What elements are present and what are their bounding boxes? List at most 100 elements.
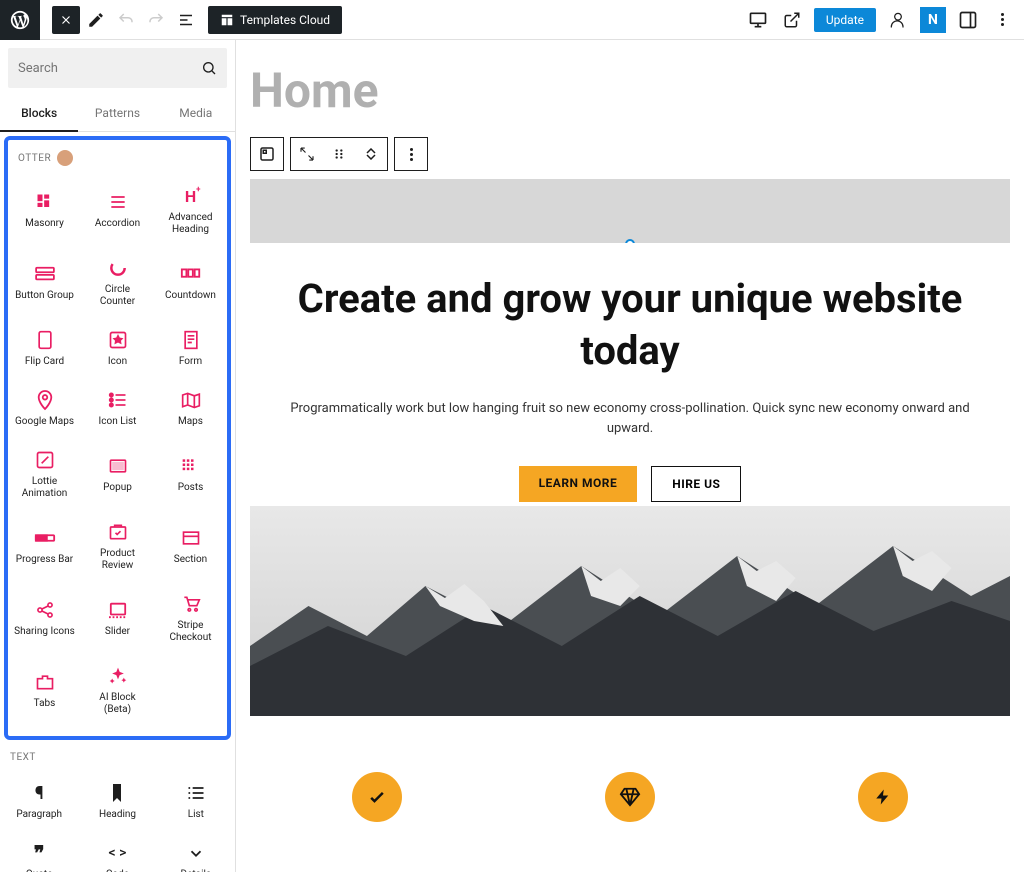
move-button[interactable] [355, 138, 387, 170]
block-label: Section [174, 554, 207, 566]
block-label: Flip Card [25, 356, 64, 368]
circle-icon [106, 256, 130, 280]
page-title[interactable]: Home [236, 40, 1024, 137]
block-button-group[interactable]: Button Group [8, 246, 81, 318]
block-label: Posts [178, 482, 204, 494]
hero-background-top [250, 179, 1010, 243]
otter-avatar-icon [57, 150, 73, 166]
settings-panel-toggle[interactable] [956, 8, 980, 32]
block-slider[interactable]: Slider [81, 582, 154, 654]
block-label: Advanced Heading [160, 212, 222, 236]
count-icon [179, 262, 203, 286]
feature-bolt-icon[interactable] [858, 772, 908, 822]
category-text-header: TEXT [0, 744, 235, 771]
feature-check-icon[interactable] [352, 772, 402, 822]
tlist-icon [184, 781, 208, 805]
ai-icon [106, 664, 130, 688]
block-stripe-checkout[interactable]: Stripe Checkout [154, 582, 227, 654]
block-label: Accordion [95, 218, 140, 230]
list-icon [106, 388, 130, 412]
share-icon [33, 598, 57, 622]
block-list[interactable]: List [157, 771, 235, 831]
heading-icon [105, 781, 129, 805]
block-label: Product Review [87, 548, 149, 572]
templates-cloud-button[interactable]: Templates Cloud [208, 6, 342, 34]
tabs-icon [33, 670, 57, 694]
block-icon-list[interactable]: Icon List [81, 378, 154, 438]
view-desktop-icon[interactable] [746, 8, 770, 32]
redo-button[interactable] [142, 6, 170, 34]
tab-patterns[interactable]: Patterns [78, 96, 156, 131]
block-accordion[interactable]: Accordion [81, 174, 154, 246]
block-advanced-heading[interactable]: H+ Advanced Heading [154, 174, 227, 246]
block-label: Google Maps [15, 416, 74, 428]
block-posts[interactable]: Posts [154, 438, 227, 510]
update-button[interactable]: Update [814, 8, 876, 32]
block-maps[interactable]: Maps [154, 378, 227, 438]
block-label: Slider [105, 626, 130, 638]
block-label: Form [179, 356, 202, 368]
hero-background-image [250, 506, 1010, 716]
block-progress-bar[interactable]: Progress Bar [8, 510, 81, 582]
block-masonry[interactable]: Masonry [8, 174, 81, 246]
block-sharing-icons[interactable]: Sharing Icons [8, 582, 81, 654]
block-icon[interactable]: Icon [81, 318, 154, 378]
inserter-tabs: Blocks Patterns Media [0, 96, 235, 132]
block-google-maps[interactable]: Google Maps [8, 378, 81, 438]
tab-media[interactable]: Media [157, 96, 235, 131]
close-inserter-button[interactable] [52, 6, 80, 34]
posts-icon [179, 454, 203, 478]
form-icon [179, 328, 203, 352]
search-input[interactable] [18, 61, 217, 76]
pin-icon [33, 388, 57, 412]
block-code[interactable]: < >Code [78, 831, 156, 872]
block-label: AI Block (Beta) [87, 692, 149, 716]
block-details[interactable]: Details [157, 831, 235, 872]
block-popup[interactable]: Popup [81, 438, 154, 510]
yoast-icon[interactable] [886, 8, 910, 32]
block-quote[interactable]: ❞Quote [0, 831, 78, 872]
btns-icon [33, 262, 57, 286]
review-icon [106, 520, 130, 544]
learn-more-button[interactable]: LEARN MORE [519, 466, 638, 502]
block-type-button[interactable] [251, 138, 283, 170]
block-countdown[interactable]: Countdown [154, 246, 227, 318]
block-circle-counter[interactable]: Circle Counter [81, 246, 154, 318]
drag-handle[interactable] [323, 138, 355, 170]
options-menu[interactable] [990, 8, 1014, 32]
hero-heading[interactable]: Create and grow your unique website toda… [290, 273, 970, 377]
feature-diamond-icon[interactable] [605, 772, 655, 822]
block-inserter-sidebar: Blocks Patterns Media OTTER MasonryAccor… [0, 40, 236, 872]
tab-blocks[interactable]: Blocks [0, 96, 78, 132]
block-label: List [188, 809, 204, 821]
external-link-icon[interactable] [780, 8, 804, 32]
block-paragraph[interactable]: ¶Paragraph [0, 771, 78, 831]
h-icon: H+ [179, 184, 203, 208]
anim-icon [33, 448, 57, 472]
block-flip-card[interactable]: Flip Card [8, 318, 81, 378]
block-ai-block-beta-[interactable]: AI Block (Beta) [81, 654, 154, 726]
hire-us-button[interactable]: HIRE US [651, 466, 741, 502]
hero-paragraph[interactable]: Programmatically work but low hanging fr… [290, 399, 970, 438]
neve-badge[interactable]: N [920, 7, 946, 33]
code-icon: < > [105, 841, 129, 865]
edit-tool-icon[interactable] [82, 6, 110, 34]
block-lottie-animation[interactable]: Lottie Animation [8, 438, 81, 510]
block-heading[interactable]: Heading [78, 771, 156, 831]
block-form[interactable]: Form [154, 318, 227, 378]
wordpress-logo[interactable] [0, 0, 40, 40]
lines-icon [106, 190, 130, 214]
undo-button[interactable] [112, 6, 140, 34]
block-options-button[interactable] [395, 138, 427, 170]
list-view-button[interactable] [172, 6, 200, 34]
fullwidth-button[interactable] [291, 138, 323, 170]
block-section[interactable]: Section [154, 510, 227, 582]
block-tabs[interactable]: Tabs [8, 654, 81, 726]
slider-icon [106, 598, 130, 622]
block-label: Sharing Icons [14, 626, 75, 638]
block-search[interactable] [8, 48, 227, 88]
block-product-review[interactable]: Product Review [81, 510, 154, 582]
hero-section[interactable]: Create and grow your unique website toda… [250, 179, 1010, 716]
block-label: Paragraph [16, 809, 62, 821]
quote-icon: ❞ [27, 841, 51, 865]
